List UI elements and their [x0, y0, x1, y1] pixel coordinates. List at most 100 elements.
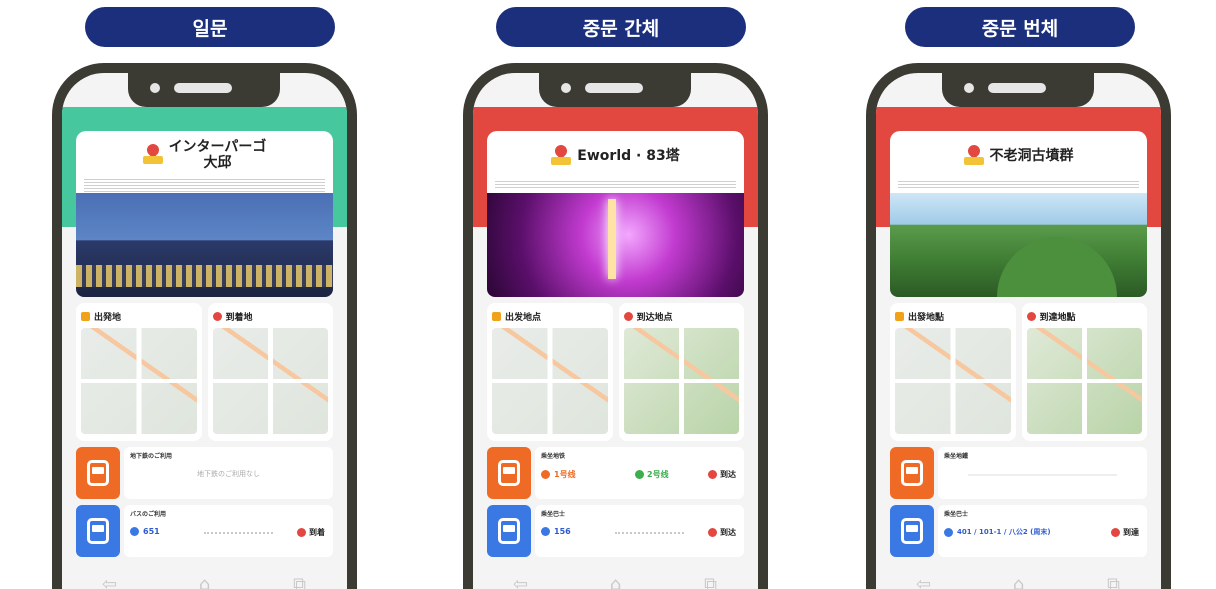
place-title: Eworld · 83塔 — [577, 148, 680, 164]
route-dashes — [204, 532, 273, 534]
bus-stop-icon — [944, 527, 953, 537]
subway-row[interactable]: 乘坐地鐵 — [890, 447, 1147, 499]
arrive-pin-icon — [708, 470, 717, 479]
arrive-label: 到着 — [309, 528, 325, 537]
subway-row[interactable]: 地下鉄のご利用 地下鉄のご利用なし — [76, 447, 333, 499]
back-arrow-icon[interactable]: ⇦ — [99, 576, 121, 589]
start-label: 出発地 — [94, 312, 122, 323]
speaker-icon — [174, 83, 232, 93]
end-map[interactable] — [623, 328, 739, 434]
home-icon[interactable]: ⌂ — [605, 576, 627, 589]
bus-label: 乘坐巴士 — [944, 511, 969, 518]
arrive-pin-icon — [708, 528, 717, 537]
bus-row[interactable]: 乘坐巴士 156 到达 — [487, 505, 744, 557]
train-icon — [487, 447, 531, 499]
bus-number: 156 — [554, 527, 571, 536]
place-photo — [487, 193, 744, 297]
bus-number: 651 — [143, 527, 160, 536]
start-panel[interactable]: 出発地 — [76, 303, 202, 441]
location-pin-icon — [623, 311, 633, 321]
phone-notch — [539, 73, 691, 107]
phone-notch — [942, 73, 1094, 107]
start-map[interactable] — [492, 328, 608, 434]
language-pill: 중문 간체 — [496, 7, 746, 47]
camera-icon — [964, 83, 974, 93]
description-text — [898, 179, 1139, 189]
bus-label: 乘坐巴士 — [541, 511, 566, 518]
bus-stop-icon — [541, 527, 550, 536]
subway-info: 乘坐地鐵 — [938, 447, 1147, 499]
arrive-label: 到达 — [720, 528, 736, 537]
phone-notch — [128, 73, 280, 107]
end-label: 到达地点 — [636, 312, 673, 323]
place-title-line1: インターパーゴ — [168, 139, 267, 155]
phone-frame: Eworld · 83塔 出发地点 到达地点 乘坐地铁 1号线 2号线 到达 乘… — [463, 63, 768, 589]
place-title-line2: 大邱 — [203, 155, 232, 171]
route-maps: 出発地 到着地 — [76, 303, 333, 441]
bus-stop-icon — [130, 527, 139, 536]
end-panel[interactable]: 到着地 — [207, 303, 333, 441]
end-panel[interactable]: 到達地點 — [1021, 303, 1147, 441]
app-screen: インターパーゴ 大邱 出発地 到着地 地下鉄のご利用 地下鉄のご利用なし バスの… — [62, 73, 347, 589]
column-simplified-chinese: 중문 간체 Eworld · 83塔 出发地点 到达地点 乘坐地铁 1号线 2号… — [463, 0, 773, 589]
bus-number: 401 / 101-1 / 八公2 (周末) — [957, 528, 1051, 536]
end-map[interactable] — [1026, 328, 1142, 434]
translate-icon[interactable]: ⧉ — [1103, 576, 1125, 589]
start-label: 出發地點 — [908, 312, 945, 323]
description-text — [84, 177, 325, 193]
subway-label: 乘坐地铁 — [541, 453, 566, 460]
speaker-icon — [585, 83, 643, 93]
home-icon[interactable]: ⌂ — [194, 576, 216, 589]
arrive-label: 到达 — [720, 470, 736, 479]
end-label: 到達地點 — [1039, 312, 1076, 323]
place-title: インターパーゴ 大邱 — [169, 139, 267, 171]
camera-icon — [561, 83, 571, 93]
bottom-nav: ⇦ ⌂ ⧉ — [876, 567, 1161, 589]
start-panel[interactable]: 出發地點 — [890, 303, 1016, 441]
transfer-line: 2号线 — [647, 470, 669, 479]
map-pin-logo-icon — [142, 141, 163, 166]
description-text — [495, 179, 736, 189]
subway-info: 乘坐地铁 1号线 2号线 到达 — [535, 447, 744, 499]
train-icon — [890, 447, 934, 499]
arrive-pin-icon — [1111, 528, 1120, 537]
route-dashes — [615, 532, 684, 534]
column-traditional-chinese: 중문 번체 不老洞古墳群 出發地點 到達地點 乘坐地鐵 乘坐巴士 401 / 1… — [866, 0, 1176, 589]
no-service-text — [968, 474, 1117, 476]
bus-row[interactable]: 乘坐巴士 401 / 101-1 / 八公2 (周末) 到達 — [890, 505, 1147, 557]
start-map[interactable] — [895, 328, 1011, 434]
back-arrow-icon[interactable]: ⇦ — [913, 576, 935, 589]
subway-label: 地下鉄のご利用 — [130, 453, 173, 460]
subway-label: 乘坐地鐵 — [944, 453, 969, 460]
translate-icon[interactable]: ⧉ — [289, 576, 311, 589]
subway-row[interactable]: 乘坐地铁 1号线 2号线 到达 — [487, 447, 744, 499]
bus-row[interactable]: バスのご利用 651 到着 — [76, 505, 333, 557]
start-panel[interactable]: 出发地点 — [487, 303, 613, 441]
arrive-label: 到達 — [1123, 528, 1139, 537]
subway-info: 地下鉄のご利用 地下鉄のご利用なし — [124, 447, 333, 499]
app-screen: 不老洞古墳群 出發地點 到達地點 乘坐地鐵 乘坐巴士 401 / 101-1 /… — [876, 73, 1161, 589]
translate-icon[interactable]: ⧉ — [700, 576, 722, 589]
bus-label: バスのご利用 — [130, 511, 167, 518]
place-title: 不老洞古墳群 — [989, 148, 1074, 164]
route-maps: 出发地点 到达地点 — [487, 303, 744, 441]
back-arrow-icon[interactable]: ⇦ — [510, 576, 532, 589]
subway-line: 1号线 — [554, 470, 576, 479]
end-panel[interactable]: 到达地点 — [618, 303, 744, 441]
start-label: 出发地点 — [505, 312, 542, 323]
flag-icon — [492, 311, 501, 321]
bus-icon — [76, 505, 120, 557]
end-map[interactable] — [212, 328, 328, 434]
start-map[interactable] — [81, 328, 197, 434]
flag-icon — [895, 311, 904, 321]
language-pill: 일문 — [85, 7, 335, 47]
arrive-pin-icon — [297, 528, 306, 537]
route-maps: 出發地點 到達地點 — [890, 303, 1147, 441]
home-icon[interactable]: ⌂ — [1008, 576, 1030, 589]
transfer-line-icon — [635, 470, 644, 479]
phone-frame: 不老洞古墳群 出發地點 到達地點 乘坐地鐵 乘坐巴士 401 / 101-1 /… — [866, 63, 1171, 589]
place-photo — [890, 193, 1147, 297]
bus-icon — [890, 505, 934, 557]
bus-info: 乘坐巴士 156 到达 — [535, 505, 744, 557]
bottom-nav: ⇦ ⌂ ⧉ — [62, 567, 347, 589]
